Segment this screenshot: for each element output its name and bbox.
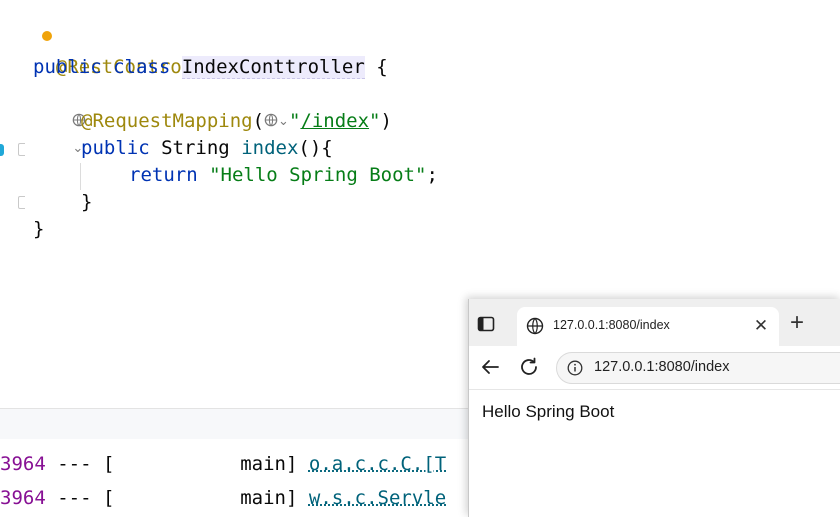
page-content: Hello Spring Boot — [469, 390, 840, 517]
browser-window: 127.0.0.1:8080/index ✕ + 127.0.0.1:8080/… — [468, 299, 840, 517]
globe-icon — [264, 113, 278, 127]
close-icon[interactable]: ✕ — [752, 317, 770, 335]
parens-brace: (){ — [298, 137, 333, 159]
browser-toolbar: 127.0.0.1:8080/index — [469, 346, 840, 390]
string-literal: "Hello Spring Boot" — [209, 164, 427, 186]
console-thread: main] — [114, 453, 298, 475]
tab-actions-icon[interactable] — [477, 315, 495, 333]
chevron-down-icon: ⌄ — [278, 114, 289, 129]
new-tab-button[interactable]: + — [787, 311, 807, 335]
endpoint-inlay-2[interactable]: ⌄ — [264, 108, 289, 135]
code-line-2: public class IndexConttroller { — [33, 54, 388, 81]
info-icon[interactable] — [567, 360, 583, 376]
quote: " — [369, 110, 381, 132]
class-name[interactable]: IndexConttroller — [181, 56, 365, 79]
keyword-public: public — [33, 56, 102, 78]
reload-icon[interactable] — [518, 356, 540, 378]
method-name[interactable]: index — [241, 137, 298, 159]
tab-title: 127.0.0.1:8080/index — [553, 318, 670, 332]
console-pid: 3964 — [0, 487, 46, 509]
open-brace: { — [376, 56, 388, 78]
console-line: 3964 --- [ main] w.s.c.Servle — [0, 485, 446, 512]
keyword-public: public — [81, 137, 150, 159]
close-brace: } — [33, 218, 45, 240]
console-line: 3964 --- [ main] o.a.c.c.C.[T — [0, 451, 446, 478]
close-brace: } — [81, 191, 93, 213]
code-line-5: public String index(){ — [81, 135, 333, 162]
back-arrow-icon[interactable] — [479, 356, 501, 378]
close-paren: ) — [380, 110, 392, 132]
code-line-6: return "Hello Spring Boot"; — [129, 162, 438, 189]
type-string: String — [161, 137, 230, 159]
globe-icon — [526, 317, 544, 335]
console-thread: main] — [114, 487, 298, 509]
console-sep: --- [ — [45, 453, 115, 475]
browser-tab[interactable]: 127.0.0.1:8080/index ✕ — [517, 307, 779, 346]
console-pid: 3964 — [0, 453, 46, 475]
console-logger[interactable]: o.a.c.c.C.[T — [309, 453, 446, 475]
run-gutter-marker[interactable] — [0, 144, 4, 156]
quote: " — [288, 110, 301, 132]
code-line-8: } — [33, 216, 44, 243]
code-line-4: @RequestMapping(⌄"/index") — [81, 108, 392, 135]
open-paren: ( — [252, 110, 265, 132]
address-text: 127.0.0.1:8080/index — [594, 359, 730, 375]
address-bar[interactable]: 127.0.0.1:8080/index — [556, 352, 840, 384]
code-line-1: @RestController ⌄ — [33, 27, 228, 156]
keyword-class: class — [113, 56, 171, 78]
annotation-requestmapping: @RequestMapping — [81, 110, 253, 132]
semicolon: ; — [426, 164, 438, 186]
console-sep: --- [ — [45, 487, 115, 509]
console-logger[interactable]: w.s.c.Servle — [309, 487, 446, 509]
code-line-7: } — [81, 189, 92, 216]
tab-strip: 127.0.0.1:8080/index ✕ + — [469, 299, 840, 346]
keyword-return: return — [129, 164, 198, 186]
page-body-text: Hello Spring Boot — [482, 402, 615, 421]
url-link[interactable]: /index — [300, 110, 369, 132]
